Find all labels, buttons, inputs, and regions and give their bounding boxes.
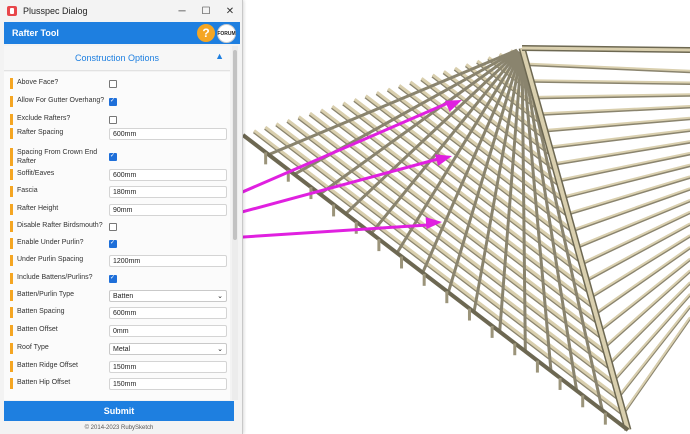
maximize-button[interactable]: ☐ [194,0,218,22]
form-row: Soffit/Eaves 600mm [10,169,230,181]
ridge [521,46,690,52]
field-input[interactable]: 600mm [109,128,227,140]
field-checkbox[interactable] [109,152,117,161]
chevron-down-icon: ⌄ [217,293,223,300]
field-input[interactable]: 0mm [109,325,227,337]
field-label: Disable Rafter Birdsmouth? [17,222,103,229]
select-value: Batten [113,293,134,300]
field-input[interactable]: 600mm [109,169,227,181]
scrollbar-thumb[interactable] [233,50,237,240]
forum-button[interactable]: FORUM [217,24,236,43]
app-icon [7,6,17,16]
field-label: Enable Under Purlin? [17,239,84,246]
field-input[interactable]: 1200mm [109,255,227,267]
field-label: Batten/Purlin Type [17,291,75,298]
field-input[interactable]: 600mm [109,307,227,319]
scrollbar[interactable] [232,46,238,400]
roof-batten [599,257,690,331]
field-checkbox[interactable] [109,116,117,124]
form-row: Under Purlin Spacing 1200mm [10,255,230,267]
field-input[interactable]: 180mm [109,186,227,198]
form-row: Batten Ridge Offset 150mm [10,361,230,373]
field-checkbox[interactable] [109,97,117,106]
field-label: Spacing From Crown End Rafter [17,149,98,165]
tool-header: Rafter Tool ? FORUM [4,22,240,44]
form-row: Batten Spacing 600mm [10,307,230,319]
field-input[interactable]: 90mm [109,204,227,216]
form-row: Rafter Spacing 600mm [10,128,230,140]
section-header[interactable]: Construction Options ▲ [4,46,230,71]
options-form: Above Face? Allow For Gutter Overhang? Exc… [4,72,230,400]
field-label: Rafter Spacing [17,129,64,136]
title-bar: Plusspec Dialog ─ ☐ ✕ [0,0,242,22]
form-row: Batten Hip Offset 150mm [10,378,230,390]
roof-batten [590,234,690,297]
field-checkbox[interactable] [109,274,117,283]
field-label: Soffit/Eaves [17,170,55,177]
field-label: Fascia [17,187,38,194]
form-row: Spacing From Crown End Rafter [10,148,230,166]
form-row: Exclude Rafters? [10,114,230,125]
field-label: Batten Hip Offset [17,379,71,386]
roof-batten [563,163,690,198]
field-label: Exclude Rafters? [17,115,71,122]
select-value: Metal [113,346,131,353]
field-label: Batten Offset [17,326,58,333]
collapse-icon[interactable]: ▲ [215,51,224,61]
field-label: Batten Ridge Offset [17,362,78,369]
roof-batten [540,104,690,115]
field-label: Batten Spacing [17,308,65,315]
field-label: Under Purlin Spacing [17,256,84,263]
field-label: Rafter Height [17,205,59,212]
field-select[interactable]: Metal ⌄ [109,343,227,355]
submit-button[interactable]: Submit [4,401,234,421]
form-row: Include Battens/Purlins? [10,273,230,284]
field-checkbox[interactable] [109,239,117,248]
field-label: Allow For Gutter Overhang? [17,97,105,104]
field-input[interactable]: 150mm [109,361,227,373]
plusspec-dialog: Plusspec Dialog ─ ☐ ✕ Rafter Tool ? FORU… [0,0,243,434]
form-row: Roof Type Metal ⌄ [10,343,230,355]
field-checkbox[interactable] [109,223,117,231]
form-row: Enable Under Purlin? [10,238,230,249]
form-row: Rafter Height 90mm [10,204,230,216]
copyright-text: © 2014-2023 RubySketch [84,424,154,431]
form-row: Above Face? [10,78,230,89]
roof-batten [253,129,625,415]
help-button[interactable]: ? [197,24,215,42]
field-label: Above Face? [17,79,59,86]
field-checkbox[interactable] [109,80,117,88]
form-row: Batten Offset 0mm [10,325,230,337]
close-button[interactable]: ✕ [218,0,242,22]
roof-batten [595,246,690,314]
chevron-down-icon: ⌄ [217,346,223,353]
window-title: Plusspec Dialog [23,6,88,16]
form-row: Allow For Gutter Overhang? [10,96,230,107]
roof-batten [558,151,690,181]
section-title: Construction Options [74,53,160,63]
field-input[interactable]: 150mm [109,378,227,390]
field-label: Include Battens/Purlins? [17,274,93,281]
minimize-button[interactable]: ─ [170,0,194,22]
form-row: Batten/Purlin Type Batten ⌄ [10,290,230,302]
tool-title: Rafter Tool [12,28,59,38]
field-select[interactable]: Batten ⌄ [109,290,227,302]
form-row: Disable Rafter Birdsmouth? [10,221,230,232]
roof-batten [544,116,690,132]
form-row: Fascia 180mm [10,186,230,198]
field-label: Roof Type [17,344,49,351]
